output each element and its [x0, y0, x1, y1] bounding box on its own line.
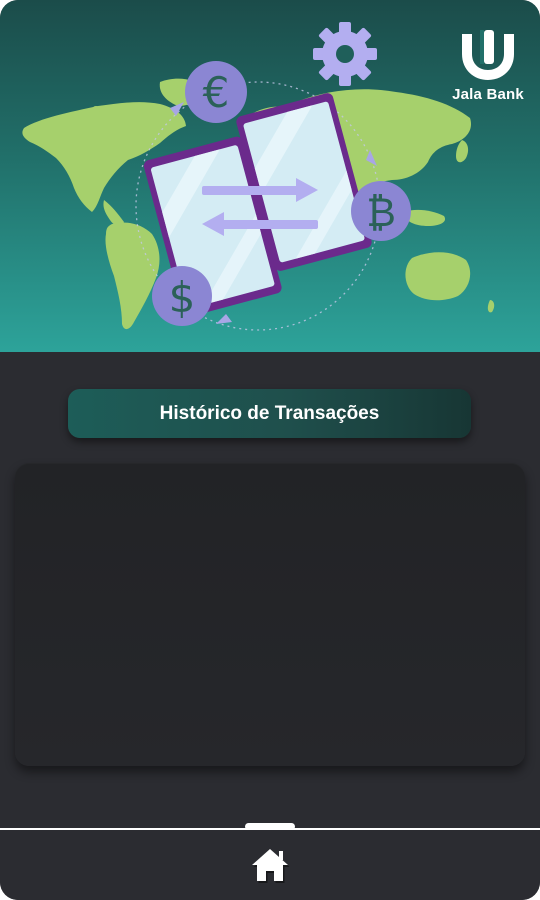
hero-banner: € ₿ $ Jala Bank — [0, 0, 540, 352]
brand-block: Jala Bank — [448, 30, 528, 103]
app-screen: € ₿ $ Jala Bank Histórico de Transações — [0, 0, 540, 900]
bitcoin-icon: ₿ — [351, 181, 411, 241]
euro-icon: € — [185, 61, 247, 123]
south-america-shape — [105, 222, 160, 330]
page-title-banner: Histórico de Transações — [68, 389, 471, 438]
japan-shape — [456, 140, 469, 163]
gear-icon — [313, 22, 377, 86]
svg-text:€: € — [203, 68, 230, 117]
home-icon — [252, 849, 290, 883]
new-zealand-shape — [487, 300, 495, 313]
home-button[interactable] — [249, 846, 291, 884]
main-content: Histórico de Transações — [0, 352, 540, 829]
central-america-shape — [103, 200, 124, 226]
jala-bank-logo-icon — [462, 30, 514, 80]
svg-text:$: $ — [169, 273, 196, 322]
page-title: Histórico de Transações — [159, 402, 380, 424]
dollar-icon: $ — [152, 266, 212, 326]
drag-handle[interactable] — [245, 823, 295, 830]
brand-name: Jala Bank — [452, 86, 524, 103]
svg-text:₿: ₿ — [366, 190, 396, 236]
transaction-history-panel — [15, 463, 525, 766]
australia-shape — [405, 252, 471, 301]
bottom-navigation — [0, 830, 540, 900]
